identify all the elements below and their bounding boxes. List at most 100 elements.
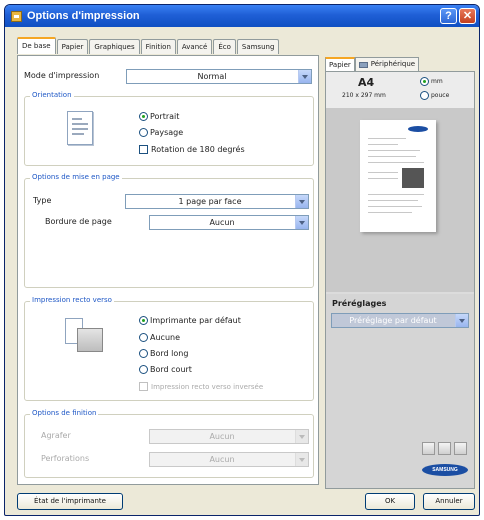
page-preview	[360, 120, 436, 232]
staple-select[interactable]: Aucun	[149, 429, 309, 444]
page-border-value: Aucun	[209, 218, 235, 227]
unit-mm-option[interactable]: mm	[420, 77, 443, 86]
window-title: Options d'impression	[27, 10, 140, 22]
preview-device-label: Périphérique	[370, 60, 416, 68]
preview-panel: Papier Périphérique A4 210 x 297 mm mm p…	[325, 57, 475, 489]
portrait-page-icon	[67, 111, 93, 145]
landscape-label: Paysage	[150, 128, 184, 137]
presets-select[interactable]: Préréglage par défaut	[331, 313, 469, 328]
portrait-label: Portrait	[150, 112, 180, 121]
duplex-default-label: Imprimante par défaut	[150, 316, 241, 325]
preview-image	[402, 168, 424, 188]
duplex-long-edge-label: Bord long	[150, 349, 189, 358]
device-icon	[358, 61, 368, 68]
presets-value: Préréglage par défaut	[349, 316, 437, 325]
orientation-group: Orientation Portrait Paysage Rotation de…	[24, 91, 314, 166]
samsung-logo: SAMSUNG	[422, 464, 468, 476]
delete-preset-icon[interactable]	[454, 442, 467, 455]
orientation-title: Orientation	[30, 91, 74, 99]
duplex-title: Impression recto verso	[30, 296, 114, 304]
duplex-default-radio[interactable]	[139, 316, 148, 325]
basic-tab-pane: Mode d'impression Normal Orientation Por…	[17, 55, 319, 485]
chevron-down-icon	[295, 195, 308, 208]
duplex-long-edge-option[interactable]: Bord long	[139, 349, 188, 358]
staple-label: Agrafer	[41, 431, 71, 440]
punch-label: Perforations	[41, 454, 90, 463]
title-bar[interactable]: Options d'impression ? ✕	[5, 5, 479, 27]
paper-size: A4	[358, 76, 375, 89]
tab-paper[interactable]: Papier	[56, 39, 89, 54]
presets-title: Préréglages	[332, 299, 387, 308]
portrait-option[interactable]: Portrait	[139, 112, 179, 121]
chevron-down-icon	[295, 453, 308, 466]
page-border-label: Bordure de page	[45, 217, 112, 226]
duplex-default-option[interactable]: Imprimante par défaut	[139, 316, 241, 325]
samsung-mini-logo	[408, 126, 428, 132]
chevron-down-icon	[455, 314, 468, 327]
chevron-down-icon	[295, 430, 308, 443]
presets-section: Préréglages Préréglage par défaut SAMSUN…	[326, 294, 474, 488]
rotate-option[interactable]: Rotation de 180 degrés	[139, 145, 245, 154]
main-tabs: De base Papier Graphiques Finition Avanc…	[17, 37, 280, 55]
duplex-short-edge-label: Bord court	[150, 365, 192, 374]
print-mode-value: Normal	[197, 72, 227, 81]
finishing-group: Options de finition Agrafer Aucun Perfor…	[24, 409, 314, 478]
landscape-radio[interactable]	[139, 128, 148, 137]
print-mode-label: Mode d'impression	[24, 71, 100, 80]
duplex-none-label: Aucune	[150, 333, 181, 342]
print-mode-select[interactable]: Normal	[126, 69, 312, 84]
printer-status-button[interactable]: État de l'imprimante	[17, 493, 123, 510]
duplex-group: Impression recto verso Imprimante par dé…	[24, 296, 314, 401]
chevron-down-icon	[295, 216, 308, 229]
printer-icon	[61, 316, 107, 356]
staple-value: Aucun	[209, 432, 235, 441]
duplex-short-edge-option[interactable]: Bord court	[139, 365, 192, 374]
tab-advanced[interactable]: Avancé	[176, 39, 213, 54]
save-preset-icon[interactable]	[438, 442, 451, 455]
paper-info: A4 210 x 297 mm mm pouce	[326, 72, 474, 108]
finishing-title: Options de finition	[30, 409, 99, 417]
type-select[interactable]: 1 page par face	[125, 194, 309, 209]
close-button[interactable]: ✕	[459, 8, 476, 24]
reverse-duplex-label: Impression recto verso inversée	[151, 382, 264, 391]
tab-graphics[interactable]: Graphiques	[89, 39, 140, 54]
chevron-down-icon	[298, 70, 311, 83]
tab-finishing[interactable]: Finition	[140, 39, 176, 54]
paper-preview-area: A4 210 x 297 mm mm pouce	[326, 72, 474, 292]
tab-preview-paper[interactable]: Papier	[325, 57, 355, 71]
new-preset-icon[interactable]	[422, 442, 435, 455]
tab-samsung[interactable]: Samsung	[236, 39, 280, 54]
page-border-select[interactable]: Aucun	[149, 215, 309, 230]
tab-basic[interactable]: De base	[17, 37, 56, 54]
layout-group: Options de mise en page Type 1 page par …	[24, 173, 314, 288]
portrait-radio[interactable]	[139, 112, 148, 121]
unit-inch-radio[interactable]	[420, 91, 429, 100]
paper-dimensions: 210 x 297 mm	[342, 92, 386, 99]
print-options-dialog: Options d'impression ? ✕ De base Papier …	[4, 4, 480, 516]
reverse-duplex-option[interactable]: Impression recto verso inversée	[139, 382, 263, 391]
layout-title: Options de mise en page	[30, 173, 122, 181]
punch-value: Aucun	[209, 455, 235, 464]
tab-preview-device[interactable]: Périphérique	[354, 57, 420, 71]
landscape-option[interactable]: Paysage	[139, 128, 183, 137]
duplex-none-radio[interactable]	[139, 333, 148, 342]
unit-inch-option[interactable]: pouce	[420, 91, 449, 100]
reverse-duplex-checkbox[interactable]	[139, 382, 148, 391]
duplex-long-edge-radio[interactable]	[139, 349, 148, 358]
type-value: 1 page par face	[178, 197, 242, 206]
duplex-none-option[interactable]: Aucune	[139, 333, 180, 342]
rotate-checkbox[interactable]	[139, 145, 148, 154]
unit-mm-radio[interactable]	[420, 77, 429, 86]
rotate-label: Rotation de 180 degrés	[151, 145, 245, 154]
unit-mm-label: mm	[431, 78, 443, 85]
help-button[interactable]: ?	[440, 8, 457, 24]
preview-paper-label: Papier	[329, 60, 351, 69]
punch-select[interactable]: Aucun	[149, 452, 309, 467]
type-label: Type	[33, 196, 52, 205]
cancel-button[interactable]: Annuler	[423, 493, 475, 510]
tab-eco[interactable]: Éco	[213, 39, 236, 54]
duplex-short-edge-radio[interactable]	[139, 365, 148, 374]
ok-button[interactable]: OK	[365, 493, 415, 510]
unit-inch-label: pouce	[431, 92, 450, 99]
preview-box: A4 210 x 297 mm mm pouce Préréglages Pré…	[325, 71, 475, 489]
